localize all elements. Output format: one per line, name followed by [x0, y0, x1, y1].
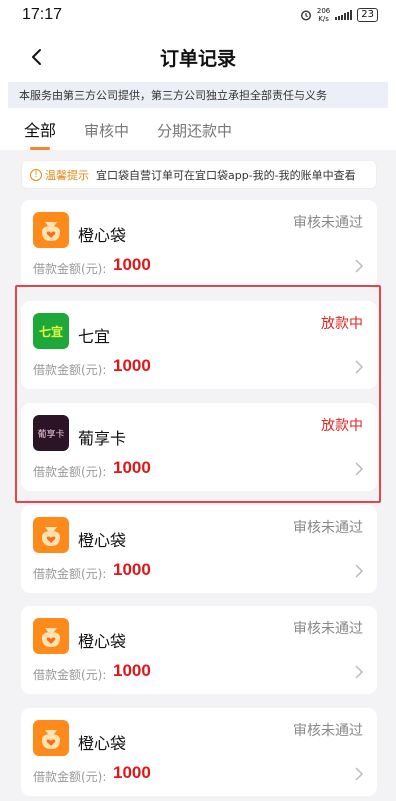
tab-installment[interactable]: 分期还款中	[157, 114, 232, 148]
tip-text: 宜口袋自营订单可在宜口袋app-我的-我的账单中查看	[96, 168, 356, 182]
status-time: 17:17	[22, 6, 63, 23]
chevron-right-icon	[355, 564, 364, 578]
nav-bar: 订单记录	[0, 36, 396, 78]
order-status: 审核未通过	[293, 215, 363, 231]
amount-value: 1000	[113, 661, 151, 680]
status-icons: 206 K/s 23	[300, 7, 378, 23]
highlight-box	[15, 285, 381, 503]
tip-banner: ! 温馨提示 宜口袋自营订单可在宜口袋app-我的-我的账单中查看	[21, 160, 377, 189]
product-name: 橙心袋	[78, 734, 127, 753]
tab-bar: 全部 审核中 分期还款中	[0, 112, 396, 150]
tab-all[interactable]: 全部	[24, 114, 56, 150]
order-card[interactable]: 橙心袋 审核未通过 借款金额(元): 1000	[21, 200, 377, 288]
chevron-right-icon	[355, 665, 364, 679]
product-name: 橙心袋	[78, 531, 127, 550]
page-title: 订单记录	[159, 47, 236, 70]
service-notice: 本服务由第三方公司提供，第三方公司独立承担全部责任与义务	[8, 82, 388, 108]
back-button[interactable]	[24, 44, 48, 70]
status-bar: 17:17 206 K/s 23	[0, 0, 396, 30]
product-name: 橙心袋	[78, 226, 127, 245]
order-card[interactable]: 橙心袋 审核未通过 借款金额(元): 1000	[21, 505, 377, 593]
amount-value: 1000	[113, 560, 151, 579]
tip-title: 温馨提示	[45, 168, 89, 182]
service-notice-text: 本服务由第三方公司提供，第三方公司独立承担全部责任与义务	[19, 89, 327, 102]
chevron-right-icon	[355, 259, 364, 273]
amount-value: 1000	[113, 763, 151, 782]
order-card[interactable]: 橙心袋 审核未通过 借款金额(元): 1000	[21, 708, 377, 796]
signal-icon	[335, 10, 353, 20]
order-status: 审核未通过	[293, 520, 363, 536]
info-icon: !	[30, 168, 42, 181]
orange-bag-logo	[33, 517, 69, 553]
amount-label: 借款金额(元):	[33, 770, 107, 784]
order-status: 审核未通过	[293, 723, 363, 739]
battery-icon: 23	[357, 8, 378, 22]
chevron-left-icon	[32, 49, 41, 65]
product-name: 橙心袋	[78, 632, 127, 651]
amount-label: 借款金额(元):	[33, 262, 107, 276]
alarm-icon	[300, 10, 311, 21]
amount-label: 借款金额(元):	[33, 567, 107, 581]
amount-label: 借款金额(元):	[33, 668, 107, 682]
order-card[interactable]: 橙心袋 审核未通过 借款金额(元): 1000	[21, 606, 377, 694]
orange-bag-logo	[33, 618, 69, 654]
order-status: 审核未通过	[293, 621, 363, 637]
tab-reviewing[interactable]: 审核中	[84, 114, 129, 148]
amount-value: 1000	[113, 255, 151, 274]
chevron-right-icon	[355, 767, 364, 781]
network-speed-value: 206	[316, 7, 331, 15]
network-speed: 206 K/s	[317, 7, 330, 23]
orange-bag-logo	[33, 212, 69, 248]
network-speed-unit: K/s	[318, 15, 329, 23]
orange-bag-logo	[33, 720, 69, 756]
